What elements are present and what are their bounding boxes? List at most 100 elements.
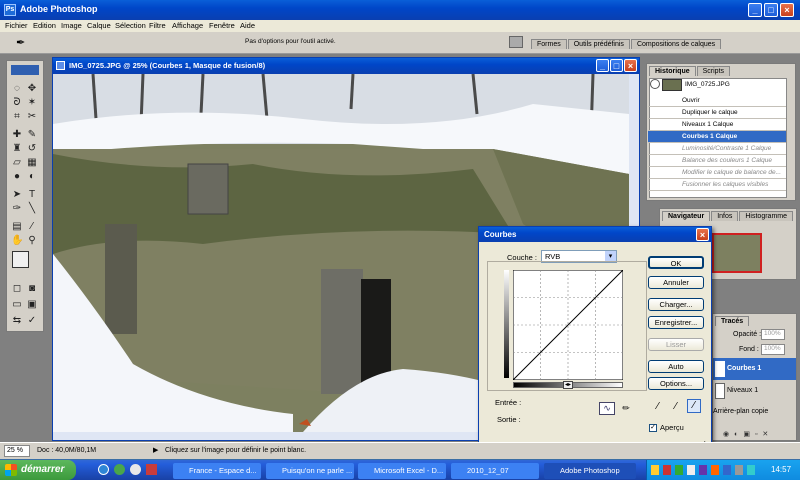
- tray-icon[interactable]: [663, 465, 671, 475]
- doc-close-button[interactable]: ×: [624, 59, 637, 72]
- start-button[interactable]: démarrer: [0, 460, 76, 480]
- gradient-swap-icon[interactable]: ◂▸: [563, 381, 573, 389]
- tray-icon[interactable]: [651, 465, 659, 475]
- tab-info[interactable]: Infos: [711, 211, 739, 221]
- maximize-button[interactable]: □: [764, 3, 778, 17]
- options-button[interactable]: Options...: [648, 377, 704, 390]
- layer-actions-icons[interactable]: ◉◐▣▫✕: [713, 430, 796, 440]
- foreground-color-swatch[interactable]: [12, 251, 29, 268]
- black-eyedropper-icon[interactable]: ⁄: [657, 401, 659, 412]
- menu-edit[interactable]: Edition: [33, 20, 56, 32]
- ok-button[interactable]: OK: [648, 256, 704, 269]
- curves-close-button[interactable]: ×: [696, 228, 709, 241]
- quickmask-mode-icon[interactable]: ◙: [26, 283, 38, 295]
- tab-shapes[interactable]: Formes: [531, 39, 567, 49]
- tab-history[interactable]: Historique: [649, 66, 696, 76]
- cancel-button[interactable]: Annuler: [648, 276, 704, 289]
- white-eyedropper-icon[interactable]: ⁄: [687, 399, 701, 413]
- path-select-icon[interactable]: ➤: [11, 189, 23, 201]
- menu-view[interactable]: Affichage: [172, 20, 203, 32]
- imageready-icon[interactable]: ⇆: [11, 315, 23, 327]
- save-button[interactable]: Enregistrer...: [648, 316, 704, 329]
- tray-icon[interactable]: [723, 465, 731, 475]
- palette-well-icon[interactable]: [509, 36, 523, 48]
- history-item-active[interactable]: Courbes 1 Calque: [648, 131, 786, 143]
- media-icon[interactable]: [130, 464, 141, 475]
- load-button[interactable]: Charger...: [648, 298, 704, 311]
- eraser-tool-icon[interactable]: ▱: [11, 157, 23, 169]
- history-item[interactable]: Dupliquer le calque: [648, 107, 786, 119]
- task-button[interactable]: Microsoft Excel - D...: [358, 463, 446, 479]
- history-item[interactable]: Ouvrir: [648, 95, 786, 107]
- opacity-field[interactable]: 100%: [761, 329, 785, 340]
- fullscreen-mode-icon[interactable]: ▣: [26, 299, 38, 311]
- eyedropper-tool-icon[interactable]: ✒: [16, 36, 25, 49]
- history-item[interactable]: Luminosité/Contraste 1 Calque: [648, 143, 786, 155]
- gray-eyedropper-icon[interactable]: ⁄: [675, 401, 677, 412]
- tab-histogram[interactable]: Histogramme: [739, 211, 793, 221]
- tab-navigator[interactable]: Navigateur: [662, 211, 711, 221]
- crop-tool-icon[interactable]: ⌗: [11, 111, 23, 123]
- layer-row[interactable]: Arrière-plan copie: [713, 402, 796, 422]
- type-tool-icon[interactable]: T: [26, 189, 38, 201]
- history-item[interactable]: Fusionner les calques visibles: [648, 179, 786, 191]
- doc-maximize-button[interactable]: □: [610, 59, 623, 72]
- menu-layer[interactable]: Calque: [87, 20, 111, 32]
- notes-tool-icon[interactable]: ▤: [11, 221, 23, 233]
- tab-layer-comps[interactable]: Compositions de calques: [630, 39, 722, 49]
- tray-icon[interactable]: [687, 465, 695, 475]
- move-tool-icon[interactable]: ✥: [26, 83, 38, 95]
- task-button[interactable]: Puisqu'on ne parle ...: [266, 463, 354, 479]
- layer-mask-thumbnail[interactable]: [715, 361, 725, 377]
- lasso-tool-icon[interactable]: ᘐ: [11, 97, 23, 109]
- menu-file[interactable]: Fichier: [5, 20, 28, 32]
- curve-point-icon[interactable]: ∿: [599, 402, 615, 415]
- menu-select[interactable]: Sélection: [115, 20, 146, 32]
- hand-tool-icon[interactable]: ✋: [11, 235, 23, 247]
- slice-tool-icon[interactable]: ✂: [26, 111, 38, 123]
- snapshot-brush-icon[interactable]: [650, 79, 660, 89]
- minimize-button[interactable]: _: [748, 3, 762, 17]
- messenger-icon[interactable]: [114, 464, 125, 475]
- preview-checkbox[interactable]: ✓: [649, 424, 657, 432]
- marquee-tool-icon[interactable]: ◌: [11, 83, 23, 95]
- tray-icon[interactable]: [747, 465, 755, 475]
- line-tool-icon[interactable]: ╲: [26, 203, 38, 215]
- history-item[interactable]: Balance des couleurs 1 Calque: [648, 155, 786, 167]
- pen-tool-icon[interactable]: ✑: [11, 203, 23, 215]
- eyedropper-icon[interactable]: ⁄: [26, 221, 38, 233]
- history-item[interactable]: Niveaux 1 Calque: [648, 119, 786, 131]
- magic-wand-icon[interactable]: ✶: [26, 97, 38, 109]
- status-arrow-icon[interactable]: ▶: [153, 443, 158, 458]
- layer-row[interactable]: Niveaux 1: [713, 380, 796, 402]
- history-brush-icon[interactable]: ↺: [26, 143, 38, 155]
- fill-field[interactable]: 100%: [761, 344, 785, 355]
- menu-filter[interactable]: Filtre: [149, 20, 166, 32]
- task-button-active[interactable]: Adobe Photoshop: [544, 463, 636, 479]
- snapshot-thumbnail[interactable]: [662, 79, 682, 91]
- zoom-field[interactable]: 25 %: [4, 445, 30, 457]
- menu-window[interactable]: Fenêtre: [209, 20, 235, 32]
- snapshot-label[interactable]: IMG_0725.JPG: [685, 81, 730, 88]
- tray-icon[interactable]: [711, 465, 719, 475]
- task-button[interactable]: France - Espace d...: [173, 463, 261, 479]
- healing-brush-icon[interactable]: ✚: [11, 129, 23, 141]
- standard-mode-icon[interactable]: ◻: [11, 283, 23, 295]
- jump-icon[interactable]: ✓: [26, 315, 38, 327]
- pencil-icon[interactable]: ✏: [619, 402, 633, 415]
- menu-help[interactable]: Aide: [240, 20, 255, 32]
- auto-button[interactable]: Auto: [648, 360, 704, 373]
- layer-row-active[interactable]: Courbes 1: [713, 358, 796, 380]
- layer-mask-thumbnail[interactable]: [715, 383, 725, 399]
- ie-icon[interactable]: [98, 464, 109, 475]
- smooth-button[interactable]: Lisser: [648, 338, 704, 351]
- tray-icon[interactable]: [675, 465, 683, 475]
- zoom-tool-icon[interactable]: ⚲: [26, 235, 38, 247]
- blur-tool-icon[interactable]: ●: [11, 171, 23, 183]
- doc-minimize-button[interactable]: _: [596, 59, 609, 72]
- task-button[interactable]: 2010_12_07: [451, 463, 539, 479]
- tab-paths[interactable]: Tracés: [715, 316, 750, 326]
- tab-scripts[interactable]: Scripts: [696, 66, 731, 76]
- tray-icon[interactable]: [699, 465, 707, 475]
- brush-tool-icon[interactable]: ✎: [26, 129, 38, 141]
